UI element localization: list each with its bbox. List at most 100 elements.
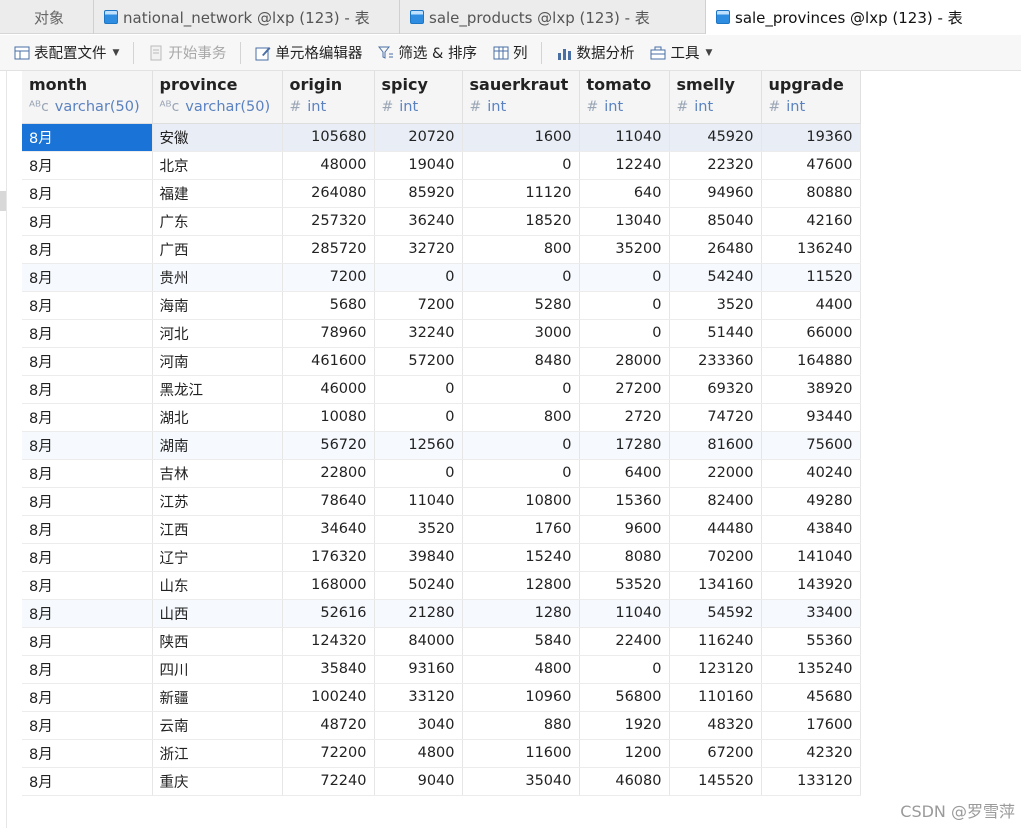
cell-origin[interactable]: 5680 bbox=[282, 291, 375, 320]
cell-smelly[interactable]: 145520 bbox=[669, 767, 762, 796]
cell-sauerkraut[interactable]: 0 bbox=[462, 375, 580, 404]
cell-month[interactable]: 8月 bbox=[22, 123, 153, 152]
cell-province[interactable]: 江西 bbox=[152, 515, 283, 544]
cell-tomato[interactable]: 2720 bbox=[579, 403, 670, 432]
cell-province[interactable]: 云南 bbox=[152, 711, 283, 740]
table-row[interactable]: 8月 黑龙江 46000 0 0 27200 69320 38920 bbox=[22, 375, 861, 404]
table-row[interactable]: 8月 北京 48000 19040 0 12240 22320 47600 bbox=[22, 151, 861, 180]
table-row[interactable]: 8月 广东 257320 36240 18520 13040 85040 42160 bbox=[22, 207, 861, 236]
cell-spicy[interactable]: 0 bbox=[374, 403, 463, 432]
cell-origin[interactable]: 48720 bbox=[282, 711, 375, 740]
tab-sale-provinces[interactable]: sale_provinces @lxp (123) - 表 bbox=[706, 0, 1021, 34]
cell-spicy[interactable]: 33120 bbox=[374, 683, 463, 712]
cell-tomato[interactable]: 0 bbox=[579, 319, 670, 348]
cell-province[interactable]: 山西 bbox=[152, 599, 283, 628]
cell-province[interactable]: 新疆 bbox=[152, 683, 283, 712]
cell-month[interactable]: 8月 bbox=[22, 599, 153, 628]
cell-sauerkraut[interactable]: 11120 bbox=[462, 179, 580, 208]
cell-upgrade[interactable]: 93440 bbox=[761, 403, 861, 432]
cell-upgrade[interactable]: 19360 bbox=[761, 123, 861, 152]
cell-spicy[interactable]: 19040 bbox=[374, 151, 463, 180]
cell-month[interactable]: 8月 bbox=[22, 207, 153, 236]
cell-month[interactable]: 8月 bbox=[22, 627, 153, 656]
cell-month[interactable]: 8月 bbox=[22, 543, 153, 572]
table-row[interactable]: 8月 福建 264080 85920 11120 640 94960 80880 bbox=[22, 179, 861, 208]
cell-tomato[interactable]: 56800 bbox=[579, 683, 670, 712]
cell-smelly[interactable]: 94960 bbox=[669, 179, 762, 208]
cell-upgrade[interactable]: 38920 bbox=[761, 375, 861, 404]
column-header-origin[interactable]: origin # int bbox=[282, 71, 375, 124]
cell-province[interactable]: 河北 bbox=[152, 319, 283, 348]
cell-upgrade[interactable]: 49280 bbox=[761, 487, 861, 516]
cell-sauerkraut[interactable]: 5840 bbox=[462, 627, 580, 656]
cell-upgrade[interactable]: 17600 bbox=[761, 711, 861, 740]
cell-spicy[interactable]: 32720 bbox=[374, 235, 463, 264]
table-row[interactable]: 8月 吉林 22800 0 0 6400 22000 40240 bbox=[22, 459, 861, 488]
cell-province[interactable]: 贵州 bbox=[152, 263, 283, 292]
cell-spicy[interactable]: 12560 bbox=[374, 431, 463, 460]
cell-smelly[interactable]: 123120 bbox=[669, 655, 762, 684]
cell-origin[interactable]: 285720 bbox=[282, 235, 375, 264]
cell-spicy[interactable]: 4800 bbox=[374, 739, 463, 768]
cell-tomato[interactable]: 53520 bbox=[579, 571, 670, 600]
cell-month[interactable]: 8月 bbox=[22, 263, 153, 292]
cell-upgrade[interactable]: 75600 bbox=[761, 431, 861, 460]
cell-sauerkraut[interactable]: 5280 bbox=[462, 291, 580, 320]
cell-smelly[interactable]: 134160 bbox=[669, 571, 762, 600]
cell-upgrade[interactable]: 55360 bbox=[761, 627, 861, 656]
cell-spicy[interactable]: 84000 bbox=[374, 627, 463, 656]
cell-spicy[interactable]: 39840 bbox=[374, 543, 463, 572]
column-header-spicy[interactable]: spicy # int bbox=[374, 71, 463, 124]
cell-tomato[interactable]: 8080 bbox=[579, 543, 670, 572]
columns-button[interactable]: 列 bbox=[489, 39, 532, 67]
cell-province[interactable]: 四川 bbox=[152, 655, 283, 684]
cell-spicy[interactable]: 11040 bbox=[374, 487, 463, 516]
cell-province[interactable]: 重庆 bbox=[152, 767, 283, 796]
cell-upgrade[interactable]: 47600 bbox=[761, 151, 861, 180]
cell-tomato[interactable]: 640 bbox=[579, 179, 670, 208]
cell-smelly[interactable]: 54592 bbox=[669, 599, 762, 628]
column-header-month[interactable]: month ᴬᴮc varchar(50) bbox=[22, 71, 153, 124]
cell-origin[interactable]: 168000 bbox=[282, 571, 375, 600]
cell-sauerkraut[interactable]: 880 bbox=[462, 711, 580, 740]
cell-origin[interactable]: 176320 bbox=[282, 543, 375, 572]
cell-spicy[interactable]: 9040 bbox=[374, 767, 463, 796]
cell-province[interactable]: 河南 bbox=[152, 347, 283, 376]
cell-sauerkraut[interactable]: 11600 bbox=[462, 739, 580, 768]
table-row[interactable]: 8月 湖北 10080 0 800 2720 74720 93440 bbox=[22, 403, 861, 432]
tab-national-network[interactable]: national_network @lxp (123) - 表 bbox=[94, 0, 400, 34]
cell-month[interactable]: 8月 bbox=[22, 375, 153, 404]
cell-sauerkraut[interactable]: 35040 bbox=[462, 767, 580, 796]
table-row[interactable]: 8月 广西 285720 32720 800 35200 26480 136240 bbox=[22, 235, 861, 264]
cell-province[interactable]: 广东 bbox=[152, 207, 283, 236]
cell-upgrade[interactable]: 42320 bbox=[761, 739, 861, 768]
cell-month[interactable]: 8月 bbox=[22, 179, 153, 208]
cell-origin[interactable]: 34640 bbox=[282, 515, 375, 544]
cell-spicy[interactable]: 3040 bbox=[374, 711, 463, 740]
cell-tomato[interactable]: 0 bbox=[579, 263, 670, 292]
cell-origin[interactable]: 46000 bbox=[282, 375, 375, 404]
cell-origin[interactable]: 52616 bbox=[282, 599, 375, 628]
cell-origin[interactable]: 72200 bbox=[282, 739, 375, 768]
cell-tomato[interactable]: 35200 bbox=[579, 235, 670, 264]
cell-tomato[interactable]: 46080 bbox=[579, 767, 670, 796]
cell-origin[interactable]: 105680 bbox=[282, 123, 375, 152]
column-header-smelly[interactable]: smelly # int bbox=[669, 71, 762, 124]
filter-sort-button[interactable]: 筛选 & 排序 bbox=[374, 39, 481, 67]
cell-upgrade[interactable]: 136240 bbox=[761, 235, 861, 264]
cell-spicy[interactable]: 50240 bbox=[374, 571, 463, 600]
cell-upgrade[interactable]: 42160 bbox=[761, 207, 861, 236]
table-row[interactable]: 8月 陕西 124320 84000 5840 22400 116240 55360 bbox=[22, 627, 861, 656]
cell-sauerkraut[interactable]: 1280 bbox=[462, 599, 580, 628]
cell-upgrade[interactable]: 66000 bbox=[761, 319, 861, 348]
table-row[interactable]: 8月 贵州 7200 0 0 0 54240 11520 bbox=[22, 263, 861, 292]
data-analysis-button[interactable]: 数据分析 bbox=[552, 39, 638, 67]
cell-month[interactable]: 8月 bbox=[22, 151, 153, 180]
cell-sauerkraut[interactable]: 0 bbox=[462, 263, 580, 292]
table-row[interactable]: 8月 江苏 78640 11040 10800 15360 82400 49280 bbox=[22, 487, 861, 516]
cell-editor-button[interactable]: 单元格编辑器 bbox=[251, 39, 366, 67]
cell-origin[interactable]: 56720 bbox=[282, 431, 375, 460]
cell-tomato[interactable]: 6400 bbox=[579, 459, 670, 488]
cell-province[interactable]: 广西 bbox=[152, 235, 283, 264]
column-header-upgrade[interactable]: upgrade # int bbox=[761, 71, 861, 124]
